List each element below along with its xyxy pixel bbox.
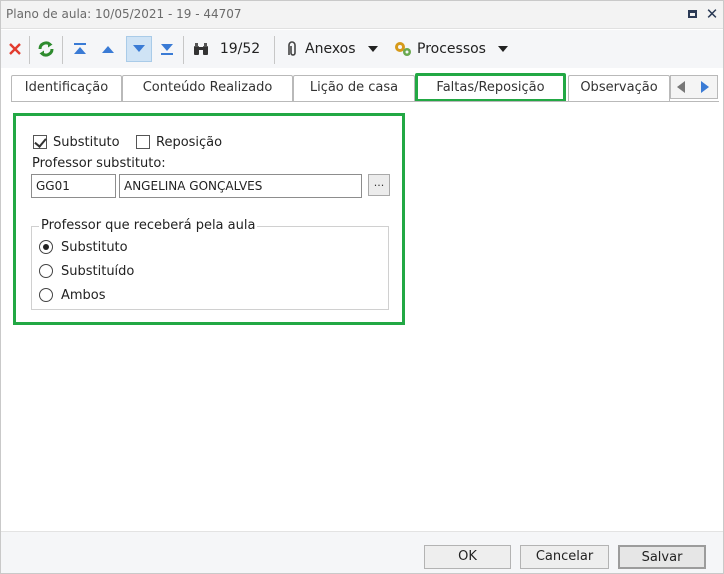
lookup-button[interactable]: ... bbox=[368, 174, 390, 196]
previous-record-button[interactable] bbox=[97, 36, 119, 62]
record-counter: 19/52 bbox=[219, 41, 261, 57]
processes-label: Processos bbox=[417, 41, 486, 57]
toolbar-separator bbox=[29, 36, 30, 64]
tab-identificacao[interactable]: Identificação bbox=[11, 75, 122, 101]
maximize-button[interactable] bbox=[684, 6, 700, 22]
radio-substituto[interactable] bbox=[39, 240, 53, 254]
dialog-footer: OK Cancelar Salvar bbox=[1, 531, 723, 573]
last-record-button[interactable] bbox=[156, 36, 178, 62]
radio-substituto-label: Substituto bbox=[61, 239, 128, 255]
ok-button[interactable]: OK bbox=[424, 545, 511, 569]
payment-group-legend: Professor que receberá pela aula bbox=[39, 218, 258, 233]
substituto-checkbox-label: Substituto bbox=[53, 134, 120, 150]
professor-name-input[interactable]: ANGELINA GONÇALVES bbox=[119, 174, 362, 198]
scroll-left-icon[interactable] bbox=[677, 81, 685, 93]
close-icon bbox=[9, 43, 21, 55]
title-bar: Plano de aula: 10/05/2021 - 19 - 44707 ✕ bbox=[1, 1, 723, 29]
gears-icon bbox=[395, 42, 411, 56]
substituto-checkbox[interactable] bbox=[33, 135, 47, 149]
processes-menu-button[interactable]: Processos bbox=[393, 36, 513, 62]
refresh-button[interactable] bbox=[35, 36, 57, 62]
radio-substituido[interactable] bbox=[39, 264, 53, 278]
substituto-checkbox-row[interactable]: Substituto bbox=[33, 133, 120, 151]
attachments-label: Anexos bbox=[305, 41, 356, 57]
maximize-icon bbox=[687, 10, 697, 18]
last-record-icon bbox=[161, 44, 173, 55]
toolbar-separator bbox=[62, 36, 63, 64]
cancel-button[interactable]: Cancelar bbox=[520, 545, 609, 569]
toolbar: 19/52 Anexos Processos bbox=[1, 30, 723, 68]
radio-option-substituto[interactable]: Substituto bbox=[39, 238, 128, 256]
toolbar-separator bbox=[183, 36, 184, 64]
save-button[interactable]: Salvar bbox=[618, 545, 706, 569]
tab-strip: Identificação Conteúdo Realizado Lição d… bbox=[1, 73, 723, 102]
radio-ambos[interactable] bbox=[39, 288, 53, 302]
tab-scroll-buttons bbox=[670, 75, 718, 99]
radio-ambos-label: Ambos bbox=[61, 287, 106, 303]
scroll-right-icon[interactable] bbox=[701, 81, 709, 93]
tab-faltas-reposicao[interactable]: Faltas/Reposição bbox=[415, 73, 566, 102]
binoculars-icon bbox=[194, 43, 208, 55]
window-title: Plano de aula: 10/05/2021 - 19 - 44707 bbox=[6, 7, 242, 21]
professor-substituto-label: Professor substituto: bbox=[32, 156, 166, 171]
refresh-icon bbox=[38, 41, 54, 57]
paperclip-icon bbox=[288, 41, 296, 56]
next-record-icon bbox=[133, 45, 145, 52]
tab-observacao[interactable]: Observação bbox=[568, 75, 670, 101]
tab-conteudo-realizado[interactable]: Conteúdo Realizado bbox=[122, 75, 293, 101]
cancel-edit-button[interactable] bbox=[5, 36, 25, 62]
close-window-button[interactable]: ✕ bbox=[704, 6, 720, 22]
reposicao-checkbox[interactable] bbox=[136, 135, 150, 149]
previous-record-icon bbox=[102, 46, 114, 53]
first-record-icon bbox=[74, 43, 86, 54]
reposicao-checkbox-row[interactable]: Reposição bbox=[136, 133, 222, 151]
toolbar-separator bbox=[274, 36, 275, 64]
radio-substituido-label: Substituído bbox=[61, 263, 135, 279]
first-record-button[interactable] bbox=[69, 36, 91, 62]
next-record-button[interactable] bbox=[126, 36, 152, 62]
tab-licao-de-casa[interactable]: Lição de casa bbox=[293, 75, 415, 101]
radio-option-substituido[interactable]: Substituído bbox=[39, 262, 134, 280]
dialog-window: Plano de aula: 10/05/2021 - 19 - 44707 ✕ bbox=[0, 0, 724, 574]
search-button[interactable] bbox=[189, 36, 213, 62]
professor-code-input[interactable]: GG01 bbox=[31, 174, 116, 198]
reposicao-checkbox-label: Reposição bbox=[156, 134, 223, 150]
radio-option-ambos[interactable]: Ambos bbox=[39, 286, 106, 304]
chevron-down-icon bbox=[367, 46, 378, 52]
attachments-menu-button[interactable]: Anexos bbox=[283, 36, 383, 62]
chevron-down-icon bbox=[497, 46, 508, 52]
